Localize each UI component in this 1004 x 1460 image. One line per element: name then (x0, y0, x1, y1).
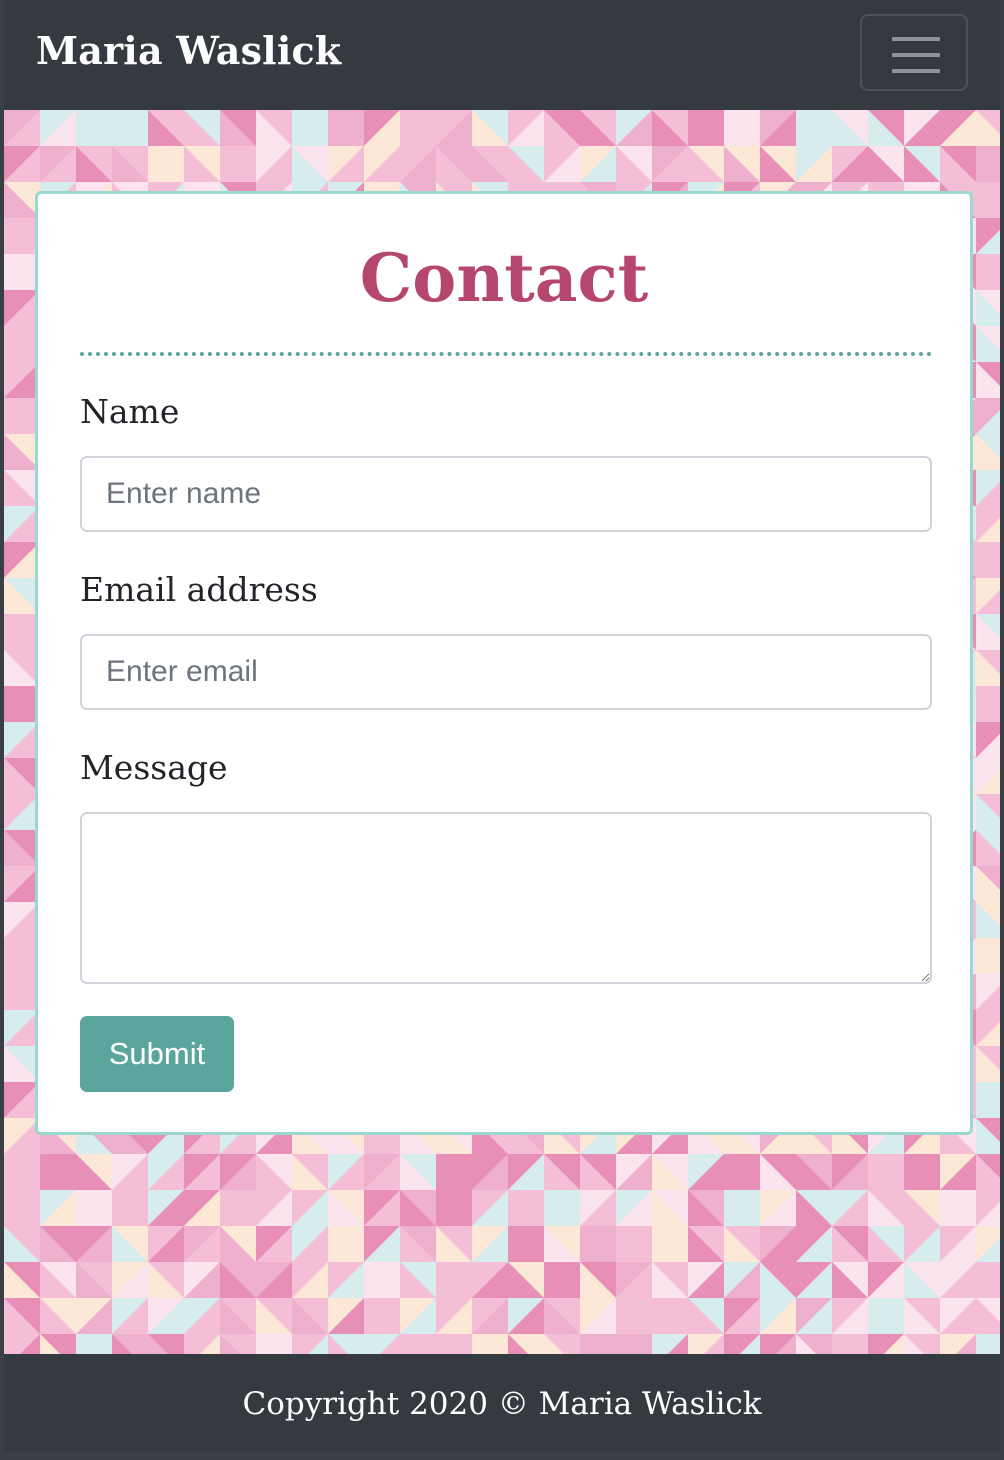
contact-card: Contact Name Email address Message Submi… (35, 191, 973, 1135)
copyright-text: Copyright 2020 © Maria Waslick (242, 1386, 762, 1422)
navbar-brand[interactable]: Maria Waslick (36, 28, 341, 73)
name-input[interactable] (80, 456, 932, 532)
email-label: Email address (80, 570, 318, 609)
main-content: Contact Name Email address Message Submi… (4, 110, 1000, 1354)
footer: Copyright 2020 © Maria Waslick (4, 1354, 1000, 1452)
message-label: Message (80, 748, 228, 787)
navbar: Maria Waslick (4, 0, 1000, 110)
submit-button[interactable]: Submit (80, 1016, 234, 1092)
hamburger-menu-icon (892, 37, 940, 73)
browser-viewport: Maria Waslick Contact Name Email address… (4, 0, 1000, 1452)
name-label: Name (80, 392, 180, 431)
email-input[interactable] (80, 634, 932, 710)
page-title: Contact (359, 239, 649, 317)
navbar-toggle-button[interactable] (860, 14, 968, 91)
message-textarea[interactable] (80, 812, 932, 984)
title-divider (80, 352, 932, 356)
